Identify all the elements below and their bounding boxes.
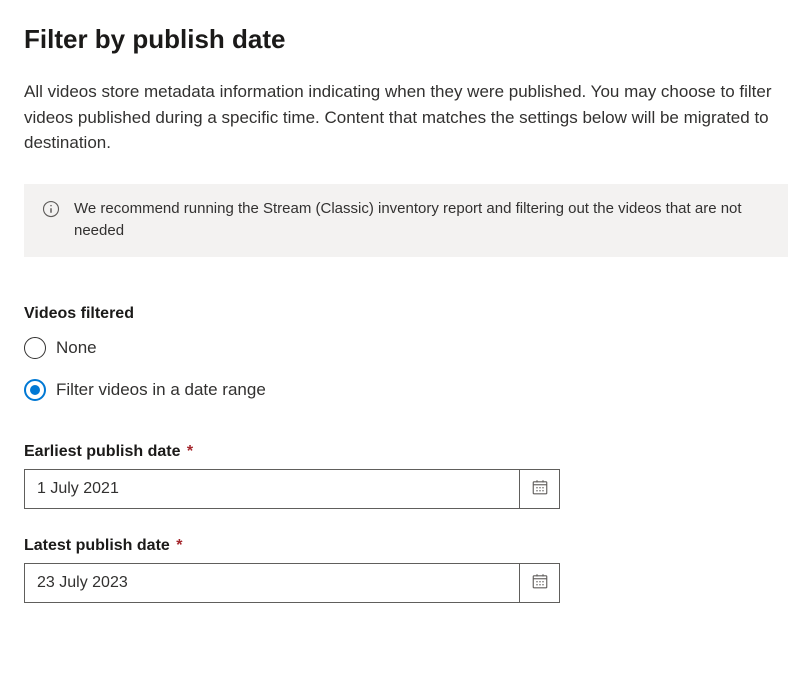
page-description: All videos store metadata information in… bbox=[24, 79, 788, 156]
radio-circle-range bbox=[24, 379, 46, 401]
earliest-date-label: Earliest publish date * bbox=[24, 443, 788, 461]
filter-section-label: Videos filtered bbox=[24, 305, 788, 323]
filter-radio-group: None Filter videos in a date range bbox=[24, 337, 788, 401]
required-mark: * bbox=[182, 443, 193, 460]
latest-date-label: Latest publish date * bbox=[24, 537, 788, 555]
radio-label-range: Filter videos in a date range bbox=[56, 380, 266, 400]
radio-dot bbox=[30, 385, 40, 395]
page-title: Filter by publish date bbox=[24, 24, 788, 55]
calendar-icon bbox=[531, 572, 549, 593]
latest-date-input-wrapper bbox=[24, 563, 560, 603]
info-icon bbox=[42, 200, 60, 218]
info-banner: We recommend running the Stream (Classic… bbox=[24, 184, 788, 257]
latest-date-field: Latest publish date * bbox=[24, 537, 788, 603]
calendar-icon bbox=[531, 478, 549, 499]
earliest-date-field: Earliest publish date * bbox=[24, 443, 788, 509]
required-mark: * bbox=[172, 537, 183, 554]
radio-label-none: None bbox=[56, 338, 97, 358]
radio-option-none[interactable]: None bbox=[24, 337, 788, 359]
latest-date-picker-button[interactable] bbox=[519, 564, 559, 602]
latest-date-input[interactable] bbox=[25, 564, 519, 602]
radio-circle-none bbox=[24, 337, 46, 359]
earliest-date-picker-button[interactable] bbox=[519, 470, 559, 508]
earliest-date-input[interactable] bbox=[25, 470, 519, 508]
earliest-date-input-wrapper bbox=[24, 469, 560, 509]
radio-option-range[interactable]: Filter videos in a date range bbox=[24, 379, 788, 401]
info-text: We recommend running the Stream (Classic… bbox=[74, 198, 770, 243]
